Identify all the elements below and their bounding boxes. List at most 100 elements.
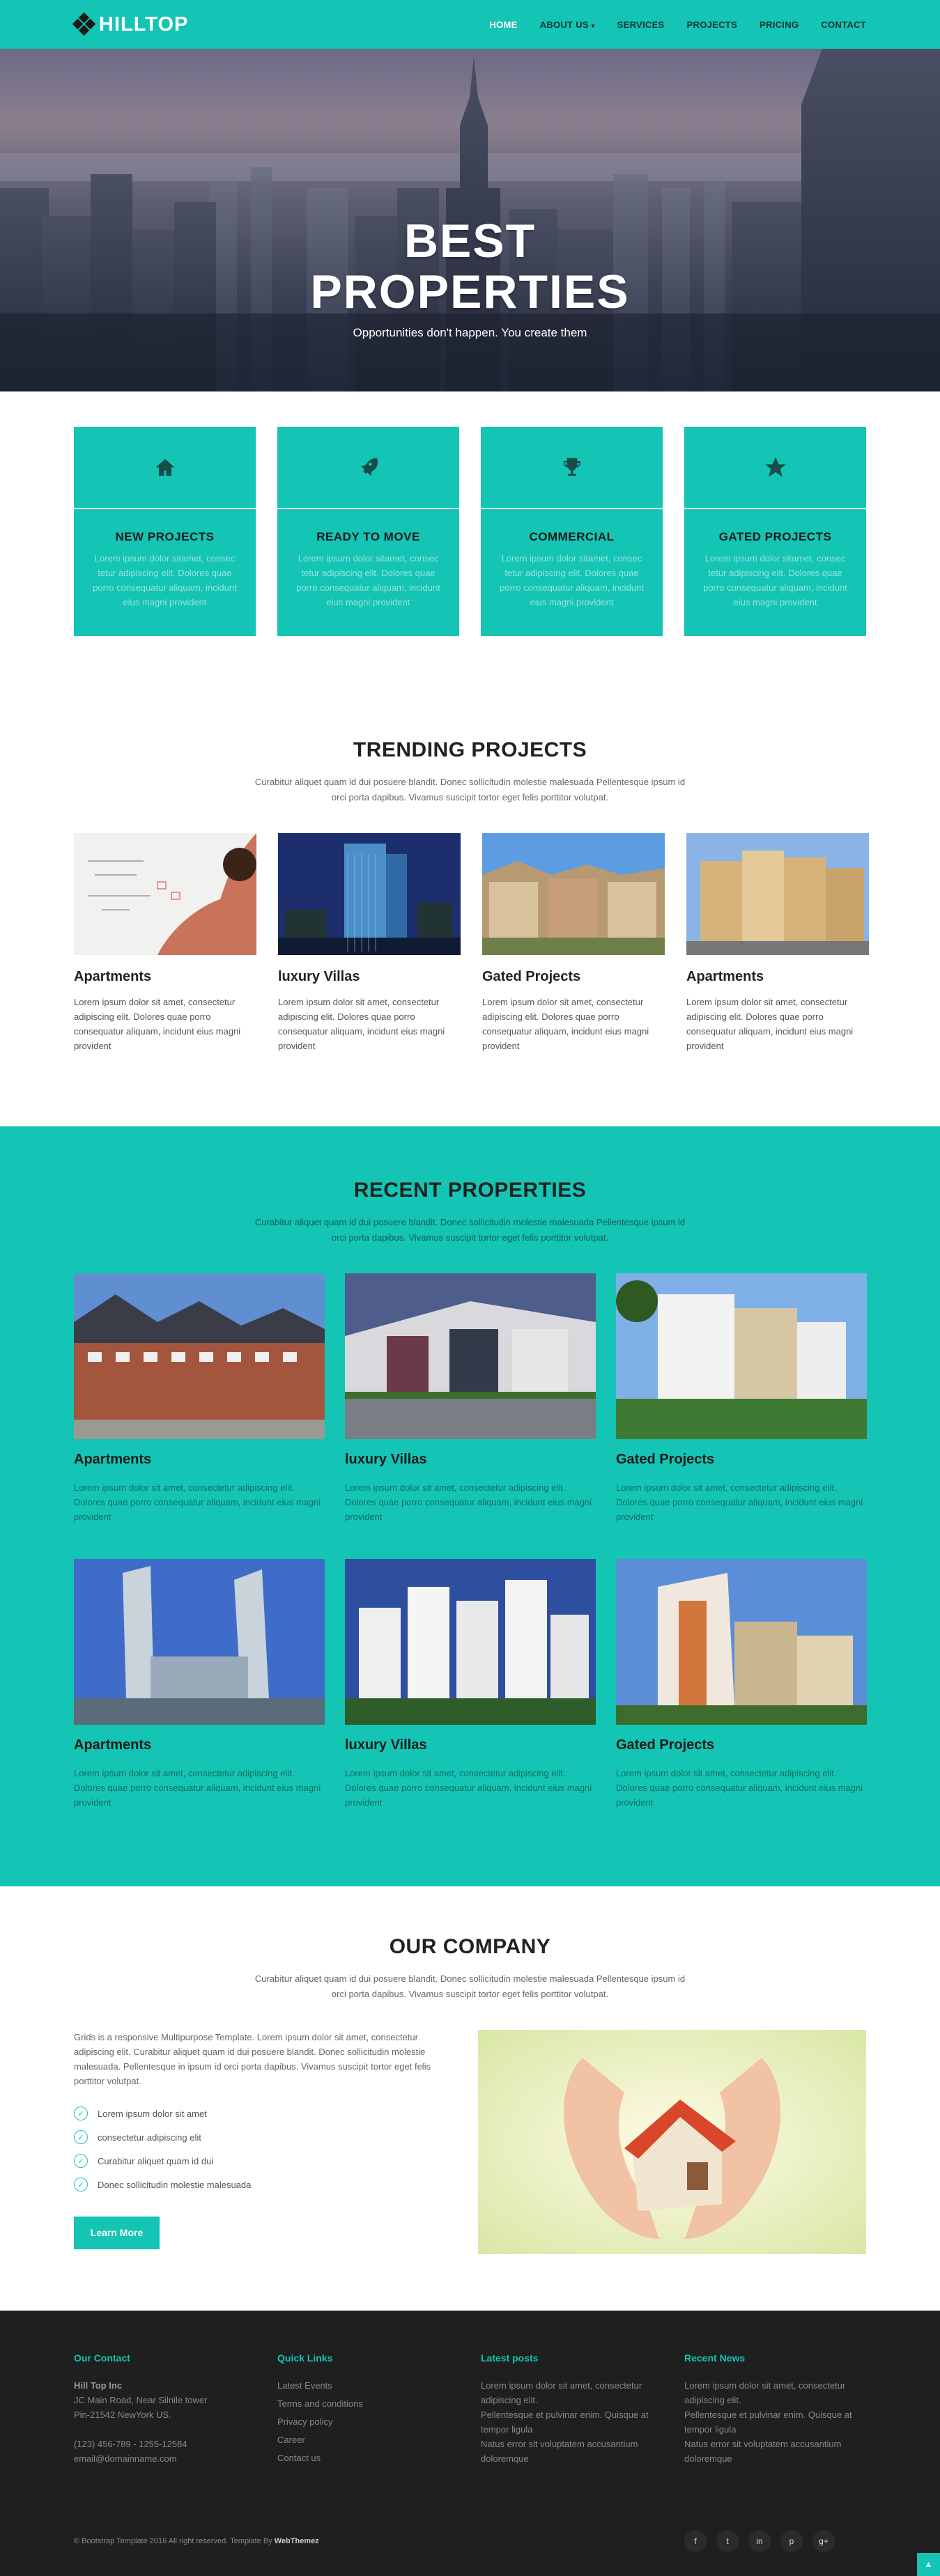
list-item-text: Donec sollicitudin molestie malesuada <box>98 2179 252 2190</box>
linkedin-icon[interactable]: in <box>748 2530 771 2552</box>
footer-latest-posts: Latest posts Lorem ipsum dolor sit amet,… <box>481 2351 663 2466</box>
project-title: Apartments <box>74 969 152 984</box>
property-card[interactable]: Gated Projects Lorem ipsum dolor sit ame… <box>616 1273 867 1524</box>
footer-link[interactable]: Terms and conditions <box>277 2396 459 2411</box>
copyright-label: © Bootstrap Template 2016 All right rese… <box>74 2537 272 2545</box>
features-section: NEW PROJECTS Lorem ipsum dolor sitamet, … <box>0 427 940 636</box>
property-title: Apartments <box>74 1737 152 1753</box>
footer-contact: Our Contact Hill Top Inc JC Main Road, N… <box>74 2351 256 2466</box>
footer-link[interactable]: Career <box>277 2433 459 2447</box>
feature-text: Lorem ipsum dolor sitamet, consec tetur … <box>296 553 440 607</box>
nav-item-projects[interactable]: PROJECTS <box>687 20 737 30</box>
top-navbar: HILLTOP HOME ABOUT US ▾ SERVICES PROJECT… <box>0 0 940 49</box>
email-address[interactable]: email@domainname.com <box>74 2451 256 2466</box>
footer-link[interactable]: Latest Events <box>277 2378 459 2393</box>
project-text: Lorem ipsum dolor sit amet, consectetur … <box>278 997 445 1051</box>
chevron-up-icon: ▲ <box>924 2559 933 2569</box>
property-image <box>345 1559 596 1725</box>
property-title: Gated Projects <box>616 1452 715 1467</box>
project-text: Lorem ipsum dolor sit amet, consectetur … <box>686 997 854 1051</box>
post-link[interactable]: Natus error sit voluptatem accusantium d… <box>481 2437 663 2466</box>
property-card[interactable]: Apartments Lorem ipsum dolor sit amet, c… <box>74 1273 325 1524</box>
nav-item-services[interactable]: SERVICES <box>617 20 665 30</box>
feature-card-commercial[interactable]: COMMERCIAL Lorem ipsum dolor sitamet, co… <box>481 427 663 636</box>
facebook-icon[interactable]: f <box>684 2530 707 2552</box>
project-card[interactable]: Gated Projects Lorem ipsum dolor sit ame… <box>482 833 665 1053</box>
feature-card-new-projects[interactable]: NEW PROJECTS Lorem ipsum dolor sitamet, … <box>74 427 256 636</box>
social-links: f t in p g+ <box>684 2530 835 2552</box>
learn-more-button[interactable]: Learn More <box>74 2217 160 2249</box>
logo-diamond-icon <box>72 12 96 36</box>
hero-title: BEST PROPERTIES <box>0 216 940 318</box>
address-line: JC Main Road, Near Silnile tower <box>74 2395 208 2405</box>
address-line: Pin-21542 NewYork US. <box>74 2410 171 2420</box>
property-text: Lorem ipsum dolor sit amet, consectetur … <box>616 1768 863 1808</box>
property-card[interactable]: Gated Projects Lorem ipsum dolor sit ame… <box>616 1559 867 1810</box>
property-card[interactable]: luxury Villas Lorem ipsum dolor sit amet… <box>345 1273 596 1524</box>
property-title: luxury Villas <box>345 1452 427 1467</box>
project-card[interactable]: Apartments Lorem ipsum dolor sit amet, c… <box>686 833 869 1053</box>
nav-item-about-us[interactable]: ABOUT US ▾ <box>540 20 595 30</box>
section-title: OUR COMPANY <box>389 1935 551 1958</box>
project-image <box>482 833 665 955</box>
nav-item-label: ABOUT US <box>539 19 589 30</box>
list-item: ✓ Lorem ipsum dolor sit amet <box>74 2106 457 2120</box>
project-title: Gated Projects <box>482 969 581 984</box>
property-image <box>616 1559 867 1725</box>
author-link[interactable]: WebThemez <box>275 2537 319 2545</box>
news-link[interactable]: Pellentesque et pulvinar enim. Quisque a… <box>684 2407 866 2437</box>
scroll-to-top-button[interactable]: ▲ <box>917 2553 940 2576</box>
footer-recent-news: Recent News Lorem ipsum dolor sit amet, … <box>684 2351 866 2466</box>
project-text: Lorem ipsum dolor sit amet, consectetur … <box>482 997 649 1051</box>
section-title: TRENDING PROJECTS <box>353 738 587 761</box>
check-circle-icon: ✓ <box>74 2154 88 2168</box>
project-title: luxury Villas <box>278 969 360 984</box>
house-in-hands-image <box>478 2030 866 2254</box>
google-plus-icon[interactable]: g+ <box>812 2530 835 2552</box>
news-link[interactable]: Lorem ipsum dolor sit amet, consectetur … <box>684 2378 866 2407</box>
check-circle-icon: ✓ <box>74 2178 88 2191</box>
recent-properties-section: RECENT PROPERTIES Curabitur aliquet quam… <box>0 1126 940 1886</box>
news-link[interactable]: Natus error sit voluptatem accusantium d… <box>684 2437 866 2466</box>
project-card[interactable]: luxury Villas Lorem ipsum dolor sit amet… <box>278 833 461 1053</box>
post-link[interactable]: Lorem ipsum dolor sit amet, consectetur … <box>481 2378 663 2407</box>
nav-item-pricing[interactable]: PRICING <box>760 20 799 30</box>
footer-link[interactable]: Contact us <box>277 2451 459 2465</box>
brand-name: HILLTOP <box>99 13 189 36</box>
project-card[interactable]: Apartments Lorem ipsum dolor sit amet, c… <box>74 833 256 1053</box>
trophy-icon <box>563 458 580 476</box>
hero-title-line2: PROPERTIES <box>310 265 630 318</box>
list-item: ✓ Donec sollicitudin molestie malesuada <box>74 2178 457 2191</box>
nav-item-contact[interactable]: CONTACT <box>821 20 866 30</box>
footer-heading: Quick Links <box>277 2352 333 2364</box>
section-subtitle: Curabitur aliquet quam id dui posuere bl… <box>254 1217 686 1243</box>
twitter-icon[interactable]: t <box>716 2530 739 2552</box>
project-image <box>686 833 869 955</box>
caret-down-icon: ▾ <box>591 22 595 29</box>
company-description: Grids is a responsive Multipurpose Templ… <box>74 2032 431 2086</box>
feature-card-ready-to-move[interactable]: READY TO MOVE Lorem ipsum dolor sitamet,… <box>277 427 459 636</box>
company-name: Hill Top Inc <box>74 2380 123 2391</box>
footer-link[interactable]: Privacy policy <box>277 2414 459 2429</box>
feature-card-gated-projects[interactable]: GATED PROJECTS Lorem ipsum dolor sitamet… <box>684 427 866 636</box>
our-company-section: OUR COMPANY Curabitur aliquet quam id du… <box>0 1886 940 2311</box>
site-footer: Our Contact Hill Top Inc JC Main Road, N… <box>0 2311 940 2576</box>
home-icon <box>155 459 174 476</box>
hero-banner: BEST PROPERTIES Opportunities don't happ… <box>0 49 940 391</box>
check-circle-icon: ✓ <box>74 2106 88 2120</box>
nav-item-home[interactable]: HOME <box>489 20 517 30</box>
property-text: Lorem ipsum dolor sit amet, consectetur … <box>616 1482 863 1522</box>
feature-icon-box <box>684 427 866 509</box>
property-text: Lorem ipsum dolor sit amet, consectetur … <box>74 1768 321 1808</box>
phone-number: (123) 456-789 - 1255-12584 <box>74 2439 187 2449</box>
company-features-list: ✓ Lorem ipsum dolor sit amet ✓ consectetur… <box>74 2106 457 2191</box>
brand-logo[interactable]: HILLTOP <box>72 12 189 36</box>
project-text: Lorem ipsum dolor sit amet, consectetur … <box>74 997 241 1051</box>
post-link[interactable]: Pellentesque et pulvinar enim. Quisque a… <box>481 2407 663 2437</box>
section-subtitle: Curabitur aliquet quam id dui posuere bl… <box>254 777 686 802</box>
trending-projects-section: TRENDING PROJECTS Curabitur aliquet quam… <box>0 738 940 1053</box>
property-card[interactable]: Apartments Lorem ipsum dolor sit amet, c… <box>74 1559 325 1810</box>
pinterest-icon[interactable]: p <box>780 2530 803 2552</box>
hero-title-line1: BEST <box>403 215 537 267</box>
property-card[interactable]: luxury Villas Lorem ipsum dolor sit amet… <box>345 1559 596 1810</box>
